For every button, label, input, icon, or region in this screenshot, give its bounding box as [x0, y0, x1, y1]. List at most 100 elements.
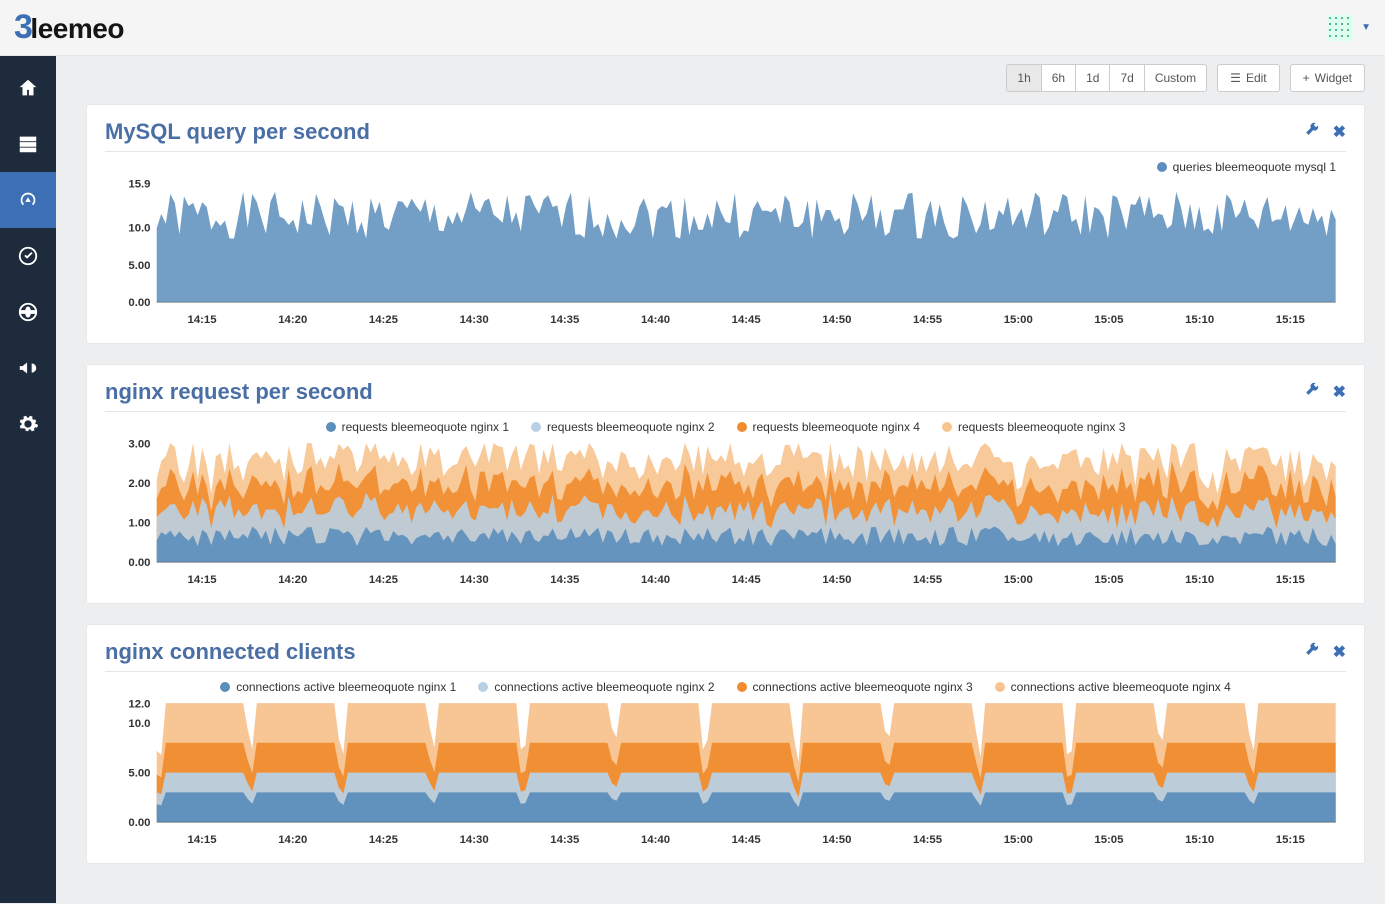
wrench-icon[interactable]	[1305, 122, 1319, 142]
svg-text:14:50: 14:50	[822, 834, 851, 846]
sidebar-item-dashboards[interactable]	[0, 172, 56, 228]
svg-text:14:30: 14:30	[460, 834, 489, 846]
svg-text:2.00: 2.00	[128, 478, 150, 490]
sidebar-item-globe[interactable]	[0, 284, 56, 340]
svg-text:14:45: 14:45	[732, 574, 761, 586]
close-icon[interactable]: ✖	[1333, 122, 1346, 142]
legend-swatch	[478, 682, 488, 692]
svg-text:14:30: 14:30	[460, 574, 489, 586]
sidebar-item-announcements[interactable]	[0, 340, 56, 396]
legend-item[interactable]: queries bleemeoquote mysql 1	[1157, 160, 1336, 174]
bullhorn-icon	[17, 357, 39, 379]
legend-item[interactable]: requests bleemeoquote nginx 3	[942, 420, 1125, 434]
legend-item[interactable]: requests bleemeoquote nginx 2	[531, 420, 714, 434]
svg-text:15:15: 15:15	[1276, 574, 1305, 586]
svg-text:15:00: 15:00	[1004, 574, 1033, 586]
server-icon	[17, 133, 39, 155]
legend-swatch	[220, 682, 230, 692]
legend-item[interactable]: requests bleemeoquote nginx 4	[737, 420, 920, 434]
chart-svg: 0.005.0010.012.014:1514:2014:2514:3014:3…	[105, 698, 1346, 853]
svg-text:15:05: 15:05	[1094, 834, 1123, 846]
panel-0: MySQL query per second ✖ queries bleemeo…	[86, 104, 1365, 344]
legend-swatch	[737, 682, 747, 692]
chart[interactable]: 0.005.0010.015.914:1514:2014:2514:3014:3…	[105, 178, 1346, 333]
sidebar-item-status[interactable]	[0, 228, 56, 284]
svg-text:0.00: 0.00	[128, 817, 150, 829]
panel-title: nginx request per second	[105, 379, 373, 405]
svg-text:14:45: 14:45	[732, 314, 761, 326]
wrench-icon[interactable]	[1305, 642, 1319, 662]
legend-item[interactable]: requests bleemeoquote nginx 1	[326, 420, 509, 434]
range-6h[interactable]: 6h	[1041, 64, 1076, 92]
svg-text:14:45: 14:45	[732, 834, 761, 846]
svg-text:15.9: 15.9	[128, 178, 150, 190]
range-1h[interactable]: 1h	[1006, 64, 1041, 92]
chart-svg: 0.005.0010.015.914:1514:2014:2514:3014:3…	[105, 178, 1346, 333]
svg-text:14:25: 14:25	[369, 834, 398, 846]
legend: requests bleemeoquote nginx 1 requests bl…	[105, 420, 1346, 434]
topbar: 3leemeo ▼	[0, 0, 1385, 56]
sidebar-item-home[interactable]	[0, 60, 56, 116]
user-menu[interactable]: ▼	[1327, 15, 1371, 41]
legend-label: connections active bleemeoquote nginx 2	[494, 680, 714, 694]
legend-label: requests bleemeoquote nginx 1	[342, 420, 509, 434]
range-Custom[interactable]: Custom	[1144, 64, 1207, 92]
sidebar-item-settings[interactable]	[0, 396, 56, 452]
svg-text:15:05: 15:05	[1094, 574, 1123, 586]
plus-icon: +	[1303, 71, 1310, 85]
svg-text:15:10: 15:10	[1185, 574, 1214, 586]
chart[interactable]: 0.001.002.003.0014:1514:2014:2514:3014:3…	[105, 438, 1346, 593]
add-widget-button[interactable]: + Widget	[1290, 64, 1365, 92]
range-1d[interactable]: 1d	[1075, 64, 1110, 92]
panel-title: MySQL query per second	[105, 119, 370, 145]
sidebar-item-servers[interactable]	[0, 116, 56, 172]
edit-icon: ☰	[1230, 71, 1241, 85]
svg-text:14:25: 14:25	[369, 574, 398, 586]
legend-label: requests bleemeoquote nginx 3	[958, 420, 1125, 434]
legend-item[interactable]: connections active bleemeoquote nginx 3	[737, 680, 973, 694]
wrench-icon[interactable]	[1305, 382, 1319, 402]
svg-text:14:30: 14:30	[460, 314, 489, 326]
panel-header: nginx connected clients ✖	[105, 639, 1346, 672]
logo[interactable]: 3leemeo	[14, 8, 124, 47]
svg-text:15:05: 15:05	[1094, 314, 1123, 326]
svg-text:14:25: 14:25	[369, 314, 398, 326]
svg-text:10.0: 10.0	[128, 718, 150, 730]
panel-actions: ✖	[1305, 642, 1346, 662]
svg-text:14:55: 14:55	[913, 314, 942, 326]
svg-text:12.0: 12.0	[128, 699, 150, 711]
svg-text:14:35: 14:35	[550, 314, 579, 326]
svg-text:15:15: 15:15	[1276, 314, 1305, 326]
svg-text:5.00: 5.00	[128, 768, 150, 780]
svg-text:15:10: 15:10	[1185, 834, 1214, 846]
panel-actions: ✖	[1305, 382, 1346, 402]
close-icon[interactable]: ✖	[1333, 382, 1346, 402]
close-icon[interactable]: ✖	[1333, 642, 1346, 662]
legend-item[interactable]: connections active bleemeoquote nginx 2	[478, 680, 714, 694]
svg-text:14:55: 14:55	[913, 834, 942, 846]
range-7d[interactable]: 7d	[1109, 64, 1144, 92]
svg-text:14:15: 14:15	[188, 574, 217, 586]
edit-button[interactable]: ☰ Edit	[1217, 64, 1279, 92]
legend-label: queries bleemeoquote mysql 1	[1173, 160, 1336, 174]
svg-text:3.00: 3.00	[128, 438, 150, 450]
svg-text:14:40: 14:40	[641, 834, 670, 846]
legend-swatch	[531, 422, 541, 432]
chart[interactable]: 0.005.0010.012.014:1514:2014:2514:3014:3…	[105, 698, 1346, 853]
panel-header: MySQL query per second ✖	[105, 119, 1346, 152]
legend: queries bleemeoquote mysql 1	[105, 160, 1346, 174]
chart-svg: 0.001.002.003.0014:1514:2014:2514:3014:3…	[105, 438, 1346, 593]
legend-item[interactable]: connections active bleemeoquote nginx 4	[995, 680, 1231, 694]
legend-item[interactable]: connections active bleemeoquote nginx 1	[220, 680, 456, 694]
panel-header: nginx request per second ✖	[105, 379, 1346, 412]
panel-title: nginx connected clients	[105, 639, 356, 665]
panel-1: nginx request per second ✖ requests blee…	[86, 364, 1365, 604]
svg-text:14:20: 14:20	[278, 834, 307, 846]
svg-text:14:40: 14:40	[641, 574, 670, 586]
svg-text:14:20: 14:20	[278, 574, 307, 586]
legend-swatch	[995, 682, 1005, 692]
gear-icon	[17, 413, 39, 435]
time-range-group: 1h6h1d7dCustom	[1007, 64, 1207, 92]
home-icon	[17, 77, 39, 99]
svg-text:1.00: 1.00	[128, 518, 150, 530]
